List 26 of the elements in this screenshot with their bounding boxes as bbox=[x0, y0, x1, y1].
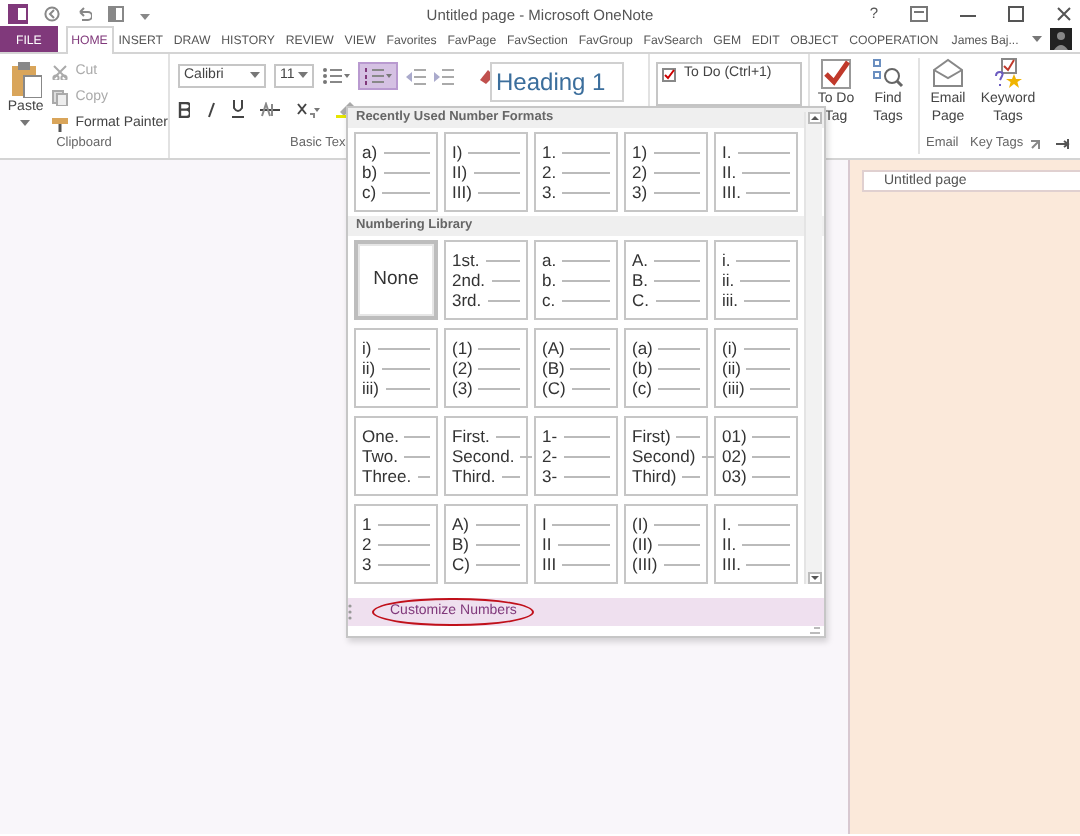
numbering-option[interactable]: a) b) c) bbox=[354, 132, 438, 212]
numbering-option[interactable]: 01) 02) 03) bbox=[714, 416, 798, 496]
numbering-option[interactable]: I. II. III. bbox=[714, 504, 798, 584]
numbering-option[interactable]: First. Second. Third. bbox=[444, 416, 528, 496]
numbering-option[interactable]: 1 2 3 bbox=[354, 504, 438, 584]
numbering-option[interactable]: I II III bbox=[534, 504, 618, 584]
numbering-option[interactable]: First) Second) Third) bbox=[624, 416, 708, 496]
numbering-option[interactable]: (1) (2) (3) bbox=[444, 328, 528, 408]
numbering-option[interactable]: I. II. III. bbox=[714, 132, 798, 212]
style-field[interactable]: Heading 1 bbox=[490, 62, 624, 102]
numbering-option[interactable]: (I) (II) (III) bbox=[624, 504, 708, 584]
numbering-option[interactable]: 1- 2- 3- bbox=[534, 416, 618, 496]
numbering-option[interactable]: None bbox=[354, 240, 438, 320]
numbering-option[interactable]: A) B) C) bbox=[444, 504, 528, 584]
numbering-option[interactable]: (a) (b) (c) bbox=[624, 328, 708, 408]
numbering-option[interactable]: a. b. c. bbox=[534, 240, 618, 320]
numbering-option[interactable]: I) II) III) bbox=[444, 132, 528, 212]
numbering-option[interactable]: One. Two. Three. bbox=[354, 416, 438, 496]
numbering-option[interactable]: 1) 2) 3) bbox=[624, 132, 708, 212]
numbering-option[interactable]: 1st. 2nd. 3rd. bbox=[444, 240, 528, 320]
numbering-option[interactable]: (A) (B) (C) bbox=[534, 328, 618, 408]
numbering-option[interactable]: i) ii) iii) bbox=[354, 328, 438, 408]
numbering-option[interactable]: i. ii. iii. bbox=[714, 240, 798, 320]
numbering-option[interactable]: 1. 2. 3. bbox=[534, 132, 618, 212]
numbering-option[interactable]: (i) (ii) (iii) bbox=[714, 328, 798, 408]
numbering-option[interactable]: A. B. C. bbox=[624, 240, 708, 320]
